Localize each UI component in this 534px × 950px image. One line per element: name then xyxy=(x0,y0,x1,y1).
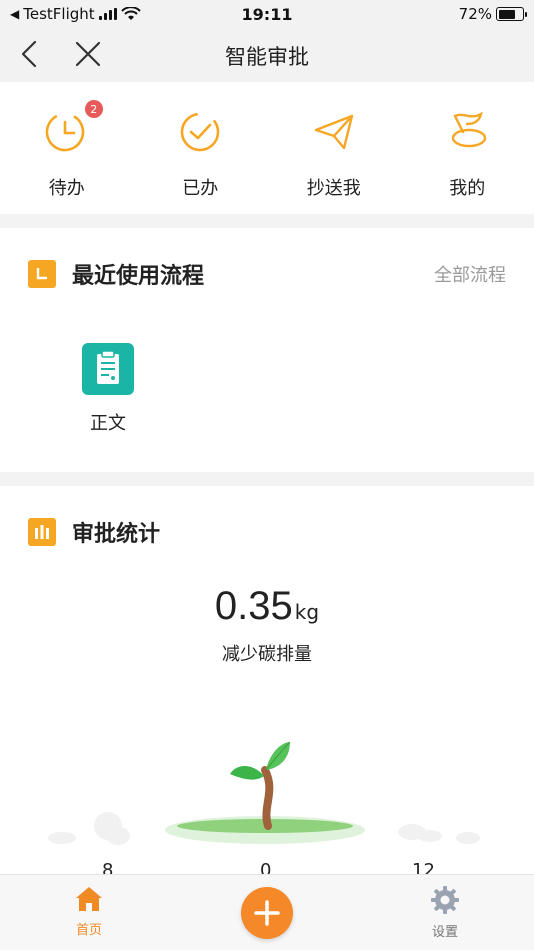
quick-actions: 2 待办 已办 抄送我 我的 xyxy=(0,82,534,214)
recent-header: 最近使用流程 xyxy=(28,258,204,290)
quick-mine-label: 我的 xyxy=(449,178,486,199)
flag-icon xyxy=(443,106,491,154)
tab-home-label: 首页 xyxy=(75,923,102,938)
todo-badge: 2 xyxy=(84,100,103,118)
battery-percent: 72% xyxy=(458,5,492,23)
quick-todo[interactable]: 2 待办 xyxy=(17,100,117,200)
paper-plane-icon xyxy=(310,106,358,154)
carbon-value: 0.35 kg xyxy=(0,584,534,629)
all-processes-link[interactable]: 全部流程 xyxy=(434,261,506,287)
carbon-value-unit: kg xyxy=(294,600,320,624)
status-bar: ◀ TestFlight 19:11 72% xyxy=(0,0,534,28)
tab-settings[interactable]: 设置 xyxy=(420,885,470,940)
home-icon xyxy=(76,887,102,911)
add-button[interactable] xyxy=(241,887,293,939)
carrier-label: TestFlight xyxy=(23,5,95,23)
quick-done-label: 已办 xyxy=(182,178,219,199)
tab-bar: 首页 设置 xyxy=(0,874,534,950)
gear-icon xyxy=(431,886,459,914)
plus-icon xyxy=(254,900,280,926)
stats-title: 审批统计 xyxy=(72,522,161,547)
stats-header: 审批统计 xyxy=(28,516,160,548)
process-item-label: 正文 xyxy=(90,413,126,434)
quick-cc-me[interactable]: 抄送我 xyxy=(284,106,384,200)
carbon-caption: 减少碳排量 xyxy=(222,644,312,665)
quick-done[interactable]: 已办 xyxy=(150,106,250,200)
battery-fill xyxy=(498,9,516,19)
quick-cc-me-label: 抄送我 xyxy=(306,178,361,199)
recent-processes-card: 最近使用流程 全部流程 正文 xyxy=(0,228,534,472)
page-title: 智能审批 xyxy=(225,45,309,69)
quick-todo-label: 待办 xyxy=(48,178,85,199)
wifi-icon xyxy=(120,7,141,20)
process-item-zhengwen[interactable]: 正文 xyxy=(82,343,134,435)
status-back-to-app[interactable]: ◀ TestFlight xyxy=(10,5,141,23)
stats-card: 审批统计 0.35 kg 减少碳排量 8 0 12 xyxy=(0,486,534,876)
recent-title: 最近使用流程 xyxy=(72,264,205,289)
nav-bar: 智能审批 xyxy=(0,28,534,82)
status-right: 72% xyxy=(458,5,527,23)
back-triangle-icon: ◀ xyxy=(10,7,20,21)
carbon-value-number: 0.35 xyxy=(214,584,293,628)
sprout-illustration xyxy=(0,726,534,876)
tab-home[interactable]: 首页 xyxy=(64,885,114,938)
battery-icon xyxy=(496,7,527,21)
signal-icon xyxy=(98,8,117,20)
tab-settings-label: 设置 xyxy=(431,925,458,940)
clock-icon: 2 xyxy=(43,100,103,154)
quick-mine[interactable]: 我的 xyxy=(417,106,517,200)
check-circle-icon xyxy=(176,106,224,154)
bar-chart-icon xyxy=(28,518,56,546)
clipboard-icon xyxy=(82,343,134,395)
recent-section-icon xyxy=(28,260,56,288)
